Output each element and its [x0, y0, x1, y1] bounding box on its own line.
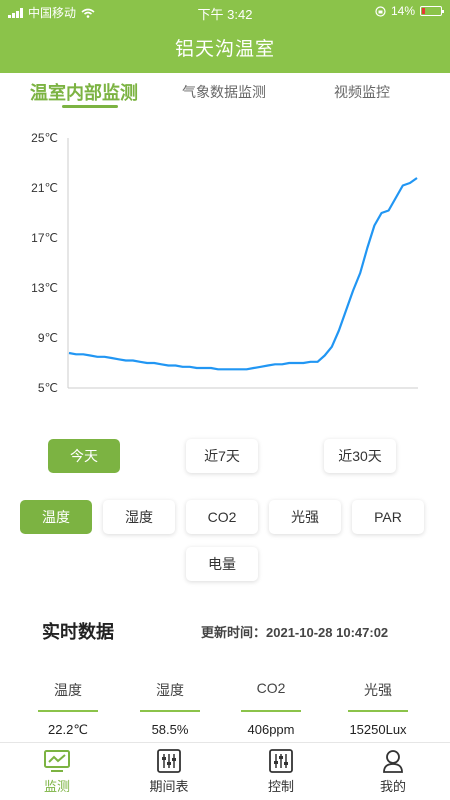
- tab-bar: 温室内部监测 气象数据监测 视频监控: [0, 73, 450, 113]
- realtime-humidity-value: 58.5%: [151, 722, 189, 737]
- control-sliders-icon: [269, 749, 293, 773]
- realtime-light-value: 15250Lux: [349, 722, 407, 737]
- realtime-col-temperature-label: 温度: [54, 682, 82, 698]
- realtime-co2-value: 406ppm: [247, 722, 295, 737]
- y-tick-label: 13℃: [31, 281, 58, 295]
- tab-weather-monitor[interactable]: 气象数据监测: [182, 82, 266, 102]
- temperature-series-line: [68, 177, 418, 371]
- nav-monitor-label: 监测: [43, 779, 70, 794]
- metric-par-button[interactable]: PAR: [352, 500, 424, 534]
- temperature-chart-svg: 25℃ 21℃ 17℃ 13℃ 9℃ 5℃: [31, 131, 418, 395]
- status-bar: 中国移动 下午 3:42 14%: [0, 0, 450, 22]
- nav-profile-label: 我的: [379, 779, 406, 794]
- y-tick-label: 17℃: [31, 231, 58, 245]
- realtime-col-light-label: 光强: [364, 682, 392, 698]
- user-icon: [383, 750, 403, 773]
- realtime-col-divider: [348, 710, 408, 712]
- update-time: 更新时间：2021-10-28 10:47:02: [201, 625, 389, 640]
- metric-power-button[interactable]: 电量: [186, 547, 258, 581]
- nav-control[interactable]: 控制: [246, 749, 316, 795]
- nav-monitor[interactable]: 监测: [22, 749, 92, 795]
- nav-schedule[interactable]: 期间表: [134, 749, 204, 795]
- battery-percent: 14%: [390, 4, 415, 18]
- realtime-col-co2-label: CO2: [256, 680, 286, 696]
- nav-control-label: 控制: [267, 779, 294, 794]
- y-tick-label: 21℃: [31, 181, 58, 195]
- y-tick-label: 25℃: [31, 131, 58, 145]
- y-tick-label: 5℃: [38, 381, 58, 395]
- bottom-nav: 监测 期间表 控制 我的: [0, 742, 450, 800]
- realtime-col-divider: [140, 710, 200, 712]
- range-today-button[interactable]: 今天: [48, 439, 120, 473]
- battery-icon: [420, 6, 444, 16]
- nav-schedule-label: 期间表: [149, 779, 189, 794]
- realtime-title: 实时数据: [42, 622, 114, 642]
- tab-video-monitor[interactable]: 视频监控: [334, 82, 390, 102]
- monitor-chart-icon: [44, 750, 70, 772]
- realtime-col-humidity-label: 湿度: [156, 682, 184, 698]
- schedule-sliders-icon: [157, 749, 181, 773]
- active-tab-underline: [62, 105, 118, 108]
- range-7days-button[interactable]: 近7天: [186, 439, 258, 473]
- metric-co2-button[interactable]: CO2: [186, 500, 258, 534]
- rotation-lock-icon: [375, 5, 386, 17]
- metric-humidity-button[interactable]: 湿度: [103, 500, 175, 534]
- realtime-temperature-value: 22.2℃: [48, 722, 88, 737]
- metric-light-button[interactable]: 光强: [269, 500, 341, 534]
- realtime-col-divider: [241, 710, 301, 712]
- nav-profile[interactable]: 我的: [358, 749, 428, 795]
- metric-temperature-button[interactable]: 温度: [20, 500, 92, 534]
- app-header: 中国移动 下午 3:42 14% 铝天沟温室: [0, 0, 450, 73]
- page-title: 铝天沟温室: [174, 39, 275, 60]
- tab-indoor-monitor[interactable]: 温室内部监测: [30, 79, 138, 105]
- range-30days-button[interactable]: 近30天: [324, 439, 396, 473]
- y-tick-label: 9℃: [38, 331, 58, 345]
- temperature-chart: 25℃ 21℃ 17℃ 13℃ 9℃ 5℃: [0, 120, 450, 410]
- realtime-col-divider: [38, 710, 98, 712]
